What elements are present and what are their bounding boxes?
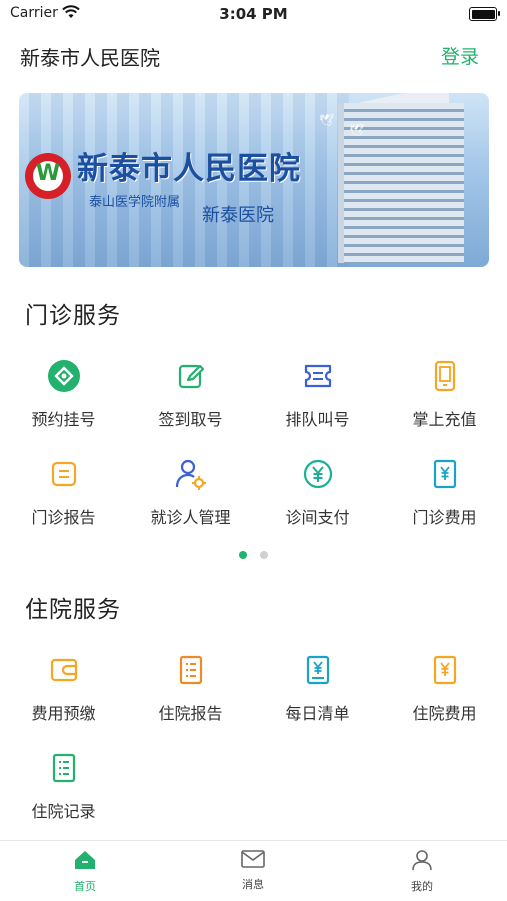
outpatient-fees-button[interactable]: 门诊费用 [381, 456, 507, 528]
inpatient-report-button[interactable]: 住院报告 [127, 652, 254, 724]
daily-bill-icon [300, 652, 336, 688]
hospital-banner[interactable]: 🕊 🕊 W 新泰市人民医院 泰山医学院附属 新泰医院 [19, 93, 489, 267]
yuan-document-icon [427, 456, 463, 492]
inpatient-section-title: 住院服务 [25, 597, 121, 623]
record-list-icon [46, 750, 82, 786]
item-label: 门诊费用 [412, 508, 477, 527]
item-label: 签到取号 [158, 410, 223, 429]
item-label: 住院记录 [31, 802, 96, 821]
status-bar: Carrier 3:04 PM [0, 0, 507, 28]
mobile-recharge-icon [427, 358, 463, 394]
app-header: 新泰市人民医院 登录 [0, 28, 507, 84]
prepayment-button[interactable]: 费用预缴 [0, 652, 127, 724]
user-icon [372, 849, 472, 875]
clock: 3:04 PM [219, 5, 288, 23]
dove-icon: 🕊 [319, 113, 335, 127]
inpatient-record-button[interactable]: 住院记录 [0, 750, 127, 822]
checkin-icon [173, 358, 209, 394]
list-report-icon [173, 652, 209, 688]
mail-icon [203, 849, 303, 873]
page-title: 新泰市人民医院 [20, 46, 160, 70]
banner-sub-name: 新泰医院 [202, 205, 274, 226]
clinic-payment-button[interactable]: 诊间支付 [254, 456, 381, 528]
item-label: 就诊人管理 [150, 508, 231, 527]
login-button[interactable]: 登录 [441, 42, 479, 69]
mobile-recharge-button[interactable]: 掌上充值 [381, 358, 507, 430]
daily-bill-button[interactable]: 每日清单 [254, 652, 381, 724]
tab-messages[interactable]: 消息 [203, 849, 303, 892]
checkin-button[interactable]: 签到取号 [127, 358, 254, 430]
tab-mine-label: 我的 [411, 880, 433, 893]
item-label: 每日清单 [285, 704, 350, 723]
patient-settings-icon [173, 456, 209, 492]
appointment-button[interactable]: 预约挂号 [0, 358, 127, 430]
banner-affiliation: 泰山医学院附属 [89, 195, 181, 210]
item-label: 住院报告 [158, 704, 223, 723]
page-dot-active[interactable] [238, 551, 247, 559]
tab-home-label: 首页 [74, 880, 96, 893]
item-label: 诊间支付 [285, 508, 350, 527]
report-icon [46, 456, 82, 492]
tab-messages-label: 消息 [242, 878, 264, 891]
item-label: 排队叫号 [285, 410, 350, 429]
queue-ticket-icon [300, 358, 336, 394]
item-label: 费用预缴 [31, 704, 96, 723]
inpatient-fees-button[interactable]: 住院费用 [381, 652, 507, 724]
queue-button[interactable]: 排队叫号 [254, 358, 381, 430]
tab-mine[interactable]: 我的 [372, 849, 472, 894]
bottom-tab-bar: 首页 消息 我的 [0, 840, 507, 901]
item-label: 掌上充值 [412, 410, 477, 429]
yuan-coin-icon [300, 456, 336, 492]
patient-management-button[interactable]: 就诊人管理 [127, 456, 254, 528]
hospital-logo: W [25, 153, 71, 199]
page-indicator[interactable] [0, 544, 507, 563]
battery-icon [469, 7, 500, 21]
dove-icon: 🕊 [349, 123, 365, 137]
item-label: 门诊报告 [31, 508, 96, 527]
outpatient-report-button[interactable]: 门诊报告 [0, 456, 127, 528]
page-dot[interactable] [260, 551, 269, 559]
home-icon [35, 849, 135, 875]
outpatient-section-title: 门诊服务 [25, 303, 121, 329]
item-label: 住院费用 [412, 704, 477, 723]
yuan-document-icon [427, 652, 463, 688]
tab-home[interactable]: 首页 [35, 849, 135, 894]
wallet-icon [46, 652, 82, 688]
banner-hospital-name: 新泰市人民医院 [77, 151, 301, 187]
appointment-icon [46, 358, 82, 394]
item-label: 预约挂号 [31, 410, 96, 429]
